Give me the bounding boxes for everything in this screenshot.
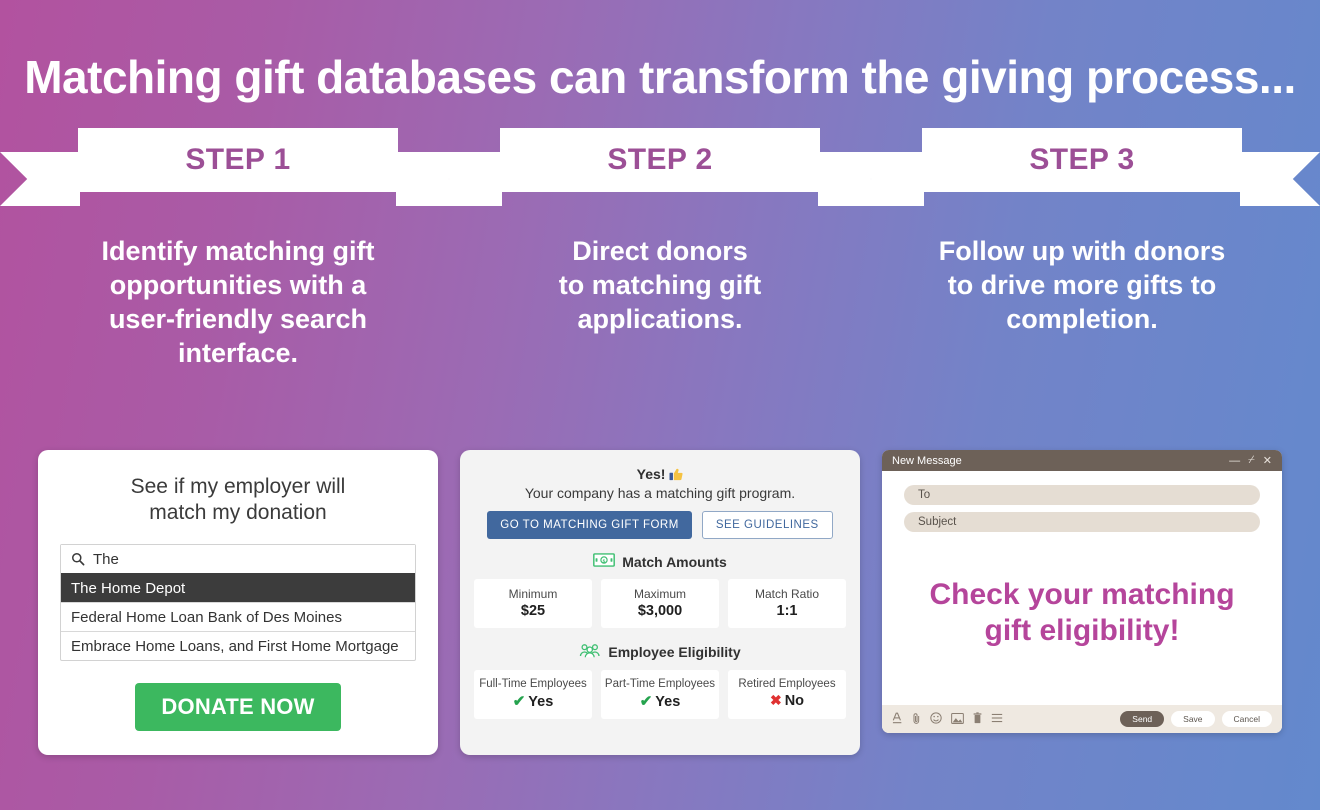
- message-compose-area: To Subject Check your matching gift elig…: [882, 471, 1282, 705]
- step-banner-label: STEP 2: [607, 143, 713, 176]
- step-banner-label: STEP 1: [185, 143, 291, 176]
- step-description-2: Direct donors to matching gift applicati…: [558, 236, 762, 334]
- stat-label: Maximum: [633, 587, 686, 601]
- eligibility-part-time: Part-Time Employees ✔ Yes: [601, 670, 719, 719]
- thumbs-up-icon: [669, 467, 683, 482]
- eligibility-label: Retired Employees: [738, 678, 836, 690]
- step-column-3: STEP 3 Follow up with donors to drive mo…: [844, 128, 1320, 388]
- minimize-icon[interactable]: —: [1229, 455, 1240, 467]
- eligibility-value: ✔ Yes: [603, 692, 717, 710]
- stat-match-ratio: Match Ratio 1:1: [728, 579, 846, 628]
- eligibility-retired: Retired Employees ✖ No: [728, 670, 846, 719]
- stat-minimum: Minimum $25: [474, 579, 592, 628]
- eligibility-value: ✔ Yes: [476, 692, 590, 710]
- trash-icon[interactable]: [973, 712, 982, 726]
- more-options-icon[interactable]: [991, 713, 1003, 725]
- text-format-icon[interactable]: [892, 712, 903, 726]
- go-to-matching-gift-form-button[interactable]: GO TO MATCHING GIFT FORM: [487, 511, 692, 539]
- step-column-1: STEP 1 Identify matching gift opportunit…: [0, 128, 476, 388]
- ribbon-body: STEP 3: [922, 128, 1242, 192]
- see-guidelines-button[interactable]: SEE GUIDELINES: [701, 511, 833, 539]
- match-subtitle: Your company has a matching gift program…: [524, 485, 796, 501]
- ribbon-body: STEP 2: [500, 128, 820, 192]
- step-description-1: Identify matching gift opportunities wit…: [101, 236, 375, 368]
- new-message-window: New Message — ⌿ ✕ To Subject Check your …: [882, 450, 1282, 733]
- stat-value: $25: [520, 603, 546, 619]
- step-column-2: STEP 2 Direct donors to matching gift ap…: [422, 128, 898, 388]
- money-bill-icon: $: [593, 553, 616, 570]
- search-combobox[interactable]: The The Home Depot Federal Home Loan Ban…: [60, 544, 416, 661]
- compose-actions: Send Save Cancel: [1120, 711, 1272, 727]
- check-icon: ✔: [639, 693, 653, 710]
- step-description-3: Follow up with donors to drive more gift…: [938, 236, 1226, 334]
- search-input[interactable]: The: [93, 551, 119, 568]
- eligibility-text: Yes: [655, 694, 681, 710]
- insert-image-icon[interactable]: [951, 712, 964, 726]
- close-icon[interactable]: ✕: [1263, 454, 1272, 467]
- ribbon-body: STEP 1: [78, 128, 398, 192]
- send-button[interactable]: Send: [1120, 711, 1165, 727]
- employee-eligibility-label: Employee Eligibility: [608, 644, 741, 660]
- compose-toolbar: Send Save Cancel: [882, 705, 1282, 733]
- search-icon: [71, 552, 85, 566]
- emoji-icon[interactable]: [930, 712, 942, 726]
- step-banner-label: STEP 3: [1029, 143, 1135, 176]
- stat-maximum: Maximum $3,000: [601, 579, 719, 628]
- eligibility-text: Yes: [528, 694, 554, 710]
- stat-value: $3,000: [637, 603, 683, 619]
- window-controls: — ⌿ ✕: [1229, 454, 1272, 467]
- match-details-card: Yes! Your company has a matching gift pr…: [460, 450, 860, 755]
- eligibility-text: No: [784, 693, 805, 709]
- eligibility-label: Part-Time Employees: [604, 678, 716, 690]
- window-title: New Message: [892, 454, 962, 467]
- match-actions: GO TO MATCHING GIFT FORM SEE GUIDELINES: [474, 511, 846, 539]
- step-banner-2: STEP 2: [422, 128, 898, 206]
- window-titlebar: New Message — ⌿ ✕: [882, 450, 1282, 471]
- page-title: Matching gift databases can transform th…: [24, 51, 1296, 103]
- match-result-heading: Yes!: [474, 466, 846, 482]
- donate-button-wrap: DONATE NOW: [60, 683, 416, 731]
- subject-field[interactable]: Subject: [904, 512, 1260, 532]
- search-input-row[interactable]: The: [61, 545, 415, 573]
- match-amounts-label: Match Amounts: [622, 553, 727, 570]
- svg-text:$: $: [603, 558, 606, 564]
- search-card-title: See if my employer will match my donatio…: [130, 475, 346, 524]
- match-amounts-heading: $ Match Amounts: [474, 553, 846, 570]
- employer-search-card: See if my employer will match my donatio…: [38, 450, 438, 755]
- list-item[interactable]: The Home Depot: [61, 573, 415, 602]
- stat-label: Match Ratio: [754, 587, 820, 601]
- employee-eligibility-row: Full-Time Employees ✔ Yes Part-Time Emplo…: [474, 670, 846, 719]
- eligibility-full-time: Full-Time Employees ✔ Yes: [474, 670, 592, 719]
- maximize-icon[interactable]: ⌿: [1248, 454, 1255, 467]
- cross-icon: ✖: [769, 692, 782, 708]
- cancel-button[interactable]: Cancel: [1221, 711, 1272, 727]
- donate-now-button[interactable]: DONATE NOW: [135, 683, 341, 731]
- list-item[interactable]: Embrace Home Loans, and First Home Mortg…: [61, 631, 415, 660]
- steps-row: STEP 1 Identify matching gift opportunit…: [0, 128, 1320, 388]
- eligibility-label: Full-Time Employees: [479, 678, 587, 690]
- people-group-icon: [579, 643, 601, 661]
- check-icon: ✔: [512, 693, 526, 710]
- stat-label: Minimum: [508, 587, 558, 601]
- match-amounts-row: Minimum $25 Maximum $3,000 Match Ratio 1…: [474, 579, 846, 628]
- yes-label: Yes!: [636, 466, 666, 482]
- message-body-headline: Check your matching gift eligibility!: [929, 578, 1235, 647]
- cards-row: See if my employer will match my donatio…: [0, 450, 1320, 755]
- save-button[interactable]: Save: [1171, 711, 1215, 727]
- attachment-icon[interactable]: [912, 712, 921, 727]
- list-item[interactable]: Federal Home Loan Bank of Des Moines: [61, 602, 415, 631]
- eligibility-value: ✖ No: [730, 692, 844, 709]
- step-banner-3: STEP 3: [844, 128, 1320, 206]
- stat-value: 1:1: [776, 603, 798, 619]
- step-banner-1: STEP 1: [0, 128, 476, 206]
- to-field[interactable]: To: [904, 485, 1260, 505]
- employee-eligibility-heading: Employee Eligibility: [474, 643, 846, 661]
